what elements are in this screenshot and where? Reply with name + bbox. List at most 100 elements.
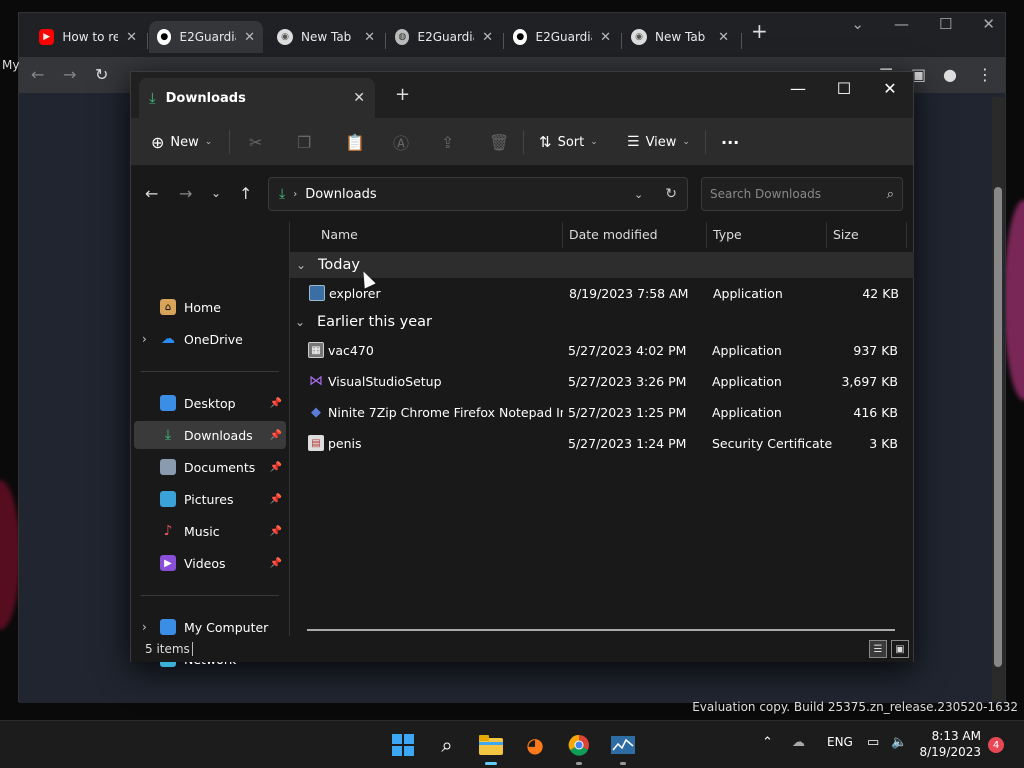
chevron-down-icon: ⌄ bbox=[682, 137, 690, 147]
sidebar-item-documents[interactable]: Documents 📌 bbox=[134, 453, 286, 481]
view-button[interactable]: ☰ View ⌄ bbox=[627, 128, 690, 156]
sidebar-item-downloads[interactable]: ⤓ Downloads 📌 bbox=[134, 421, 286, 449]
network-icon[interactable]: ▭ bbox=[867, 735, 879, 750]
chevron-right-icon[interactable]: › bbox=[142, 332, 160, 346]
share-icon[interactable]: ⇪ bbox=[441, 128, 454, 156]
delete-icon[interactable]: 🗑 bbox=[489, 128, 509, 156]
file-row[interactable]: ▤ penis 5/27/2023 1:24 PM Security Certi… bbox=[289, 430, 913, 456]
close-icon[interactable]: ✕ bbox=[353, 90, 365, 106]
group-header-today[interactable]: ⌄ Today bbox=[290, 252, 914, 278]
search-box[interactable]: ⌕ bbox=[701, 177, 903, 211]
forward-arrow-icon[interactable]: → bbox=[179, 184, 192, 203]
refresh-icon[interactable]: ↻ bbox=[665, 186, 677, 202]
chrome-tab-active[interactable]: ● E2Guardia ✕ bbox=[149, 21, 263, 53]
file-size: 3 KB bbox=[869, 436, 898, 451]
details-view-icon[interactable]: ☰ bbox=[869, 640, 887, 658]
minimize-icon[interactable]: — bbox=[894, 15, 909, 33]
reload-icon[interactable]: ↻ bbox=[95, 65, 108, 84]
close-icon[interactable]: ✕ bbox=[482, 30, 493, 45]
file-row[interactable]: ◆ Ninite 7Zip Chrome Firefox Notepad Ins… bbox=[289, 399, 913, 425]
close-icon[interactable]: ✕ bbox=[244, 30, 255, 45]
group-header-earlier-this-year[interactable]: ⌄ Earlier this year bbox=[289, 309, 913, 335]
page-scrollbar[interactable] bbox=[992, 97, 1004, 701]
paste-icon[interactable]: 📋 bbox=[345, 128, 365, 156]
column-header-type[interactable]: Type bbox=[713, 227, 742, 242]
clock-time: 8:13 AM bbox=[931, 729, 981, 743]
rename-icon[interactable]: Ⓐ bbox=[393, 128, 409, 156]
file-explorer-icon[interactable] bbox=[477, 731, 505, 765]
chrome-tab[interactable]: ◍ E2Guardia ✕ bbox=[387, 21, 501, 53]
file-row[interactable]: ▦ vac470 5/27/2023 4:02 PM Application 9… bbox=[289, 337, 913, 363]
file-row[interactable]: ⋈ VisualStudioSetup 5/27/2023 3:26 PM Ap… bbox=[289, 368, 913, 394]
more-options-icon[interactable]: ··· bbox=[721, 128, 739, 156]
cut-icon[interactable]: ✂ bbox=[249, 128, 262, 156]
chevron-right-icon[interactable]: › bbox=[142, 620, 160, 634]
start-windows-icon[interactable] bbox=[389, 731, 417, 759]
chrome-icon[interactable] bbox=[565, 731, 593, 765]
forward-arrow-icon[interactable]: → bbox=[63, 65, 76, 84]
close-icon[interactable]: ✕ bbox=[718, 30, 729, 45]
recent-locations-chevron-icon[interactable]: ⌄ bbox=[211, 186, 221, 200]
column-header-name[interactable]: Name bbox=[321, 227, 358, 242]
chevron-down-icon[interactable]: ⌄ bbox=[296, 258, 318, 272]
language-indicator[interactable]: ENG bbox=[827, 735, 853, 749]
close-icon[interactable]: ✕ bbox=[982, 15, 995, 33]
sidebar-item-music[interactable]: ♪ Music 📌 bbox=[134, 517, 286, 545]
menu-kebab-icon[interactable]: ⋮ bbox=[977, 65, 993, 84]
close-icon[interactable]: ✕ bbox=[126, 30, 137, 45]
maximize-icon[interactable]: ☐ bbox=[821, 72, 867, 104]
chevron-down-icon[interactable]: ⌄ bbox=[295, 315, 317, 329]
chevron-up-icon[interactable]: ⌃ bbox=[762, 735, 773, 750]
new-tab-plus-icon[interactable]: + bbox=[395, 84, 410, 105]
chrome-tab[interactable]: ▶ How to re ✕ bbox=[31, 21, 145, 53]
sidebar-item-desktop[interactable]: Desktop 📌 bbox=[134, 389, 286, 417]
chrome-tab[interactable]: ◉ New Tab ✕ bbox=[269, 21, 383, 53]
firefox-icon[interactable]: ◕ bbox=[521, 731, 549, 759]
sidebar-item-onedrive[interactable]: › ☁ OneDrive bbox=[134, 325, 286, 353]
back-arrow-icon[interactable]: ← bbox=[31, 65, 44, 84]
task-manager-icon[interactable] bbox=[609, 731, 637, 765]
scrollbar-thumb[interactable] bbox=[994, 187, 1002, 667]
close-icon[interactable]: ✕ bbox=[364, 30, 375, 45]
file-row[interactable]: explorer 8/19/2023 7:58 AM Application 4… bbox=[290, 280, 914, 306]
chevron-down-icon[interactable]: ⌄ bbox=[634, 188, 643, 201]
notification-badge[interactable]: 4 bbox=[988, 737, 1004, 753]
address-bar[interactable]: ⤓ › Downloads ⌄ ↻ bbox=[268, 177, 688, 211]
minimize-icon[interactable]: — bbox=[775, 72, 821, 104]
sidebar-item-pictures[interactable]: Pictures 📌 bbox=[134, 485, 286, 513]
volume-icon[interactable]: 🔈 bbox=[891, 735, 907, 750]
copy-icon[interactable]: ❐ bbox=[297, 128, 311, 156]
sidebar-item-home[interactable]: ⌂ Home bbox=[134, 293, 286, 321]
explorer-tab[interactable]: ⤓ Downloads ✕ bbox=[139, 78, 375, 118]
tiles-view-icon[interactable]: ▣ bbox=[891, 640, 909, 658]
column-header-size[interactable]: Size bbox=[833, 227, 859, 242]
chevron-down-icon: ⌄ bbox=[204, 137, 213, 147]
chrome-tab[interactable]: ◉ New Tab ✕ bbox=[623, 21, 737, 53]
new-button[interactable]: ⊕ New ⌄ bbox=[151, 128, 212, 156]
column-header-date[interactable]: Date modified bbox=[569, 227, 658, 242]
column-separator[interactable] bbox=[706, 222, 707, 248]
close-icon[interactable]: ✕ bbox=[600, 30, 611, 45]
search-icon[interactable]: ⌕ bbox=[887, 187, 894, 202]
profile-icon[interactable]: ● bbox=[943, 65, 957, 84]
maximize-icon[interactable]: ☐ bbox=[939, 15, 952, 33]
up-arrow-icon[interactable]: ↑ bbox=[239, 184, 252, 203]
chevron-down-icon[interactable]: ⌄ bbox=[851, 15, 864, 33]
column-separator[interactable] bbox=[826, 222, 827, 248]
cloud-offline-icon[interactable]: ☁ bbox=[792, 735, 805, 750]
sort-button[interactable]: ⇅ Sort ⌄ bbox=[539, 128, 598, 156]
horizontal-scrollbar[interactable] bbox=[307, 629, 895, 631]
search-input[interactable] bbox=[710, 187, 887, 201]
clock[interactable]: 8:13 AM 8/19/2023 bbox=[919, 728, 981, 760]
new-tab-plus-icon[interactable]: + bbox=[751, 19, 768, 43]
sidebar-item-videos[interactable]: ▶ Videos 📌 bbox=[134, 549, 286, 577]
file-size: 3,697 KB bbox=[841, 374, 898, 389]
address-path[interactable]: Downloads bbox=[305, 187, 376, 202]
close-icon[interactable]: ✕ bbox=[867, 72, 913, 104]
search-icon[interactable]: ⌕ bbox=[433, 731, 461, 759]
column-separator[interactable] bbox=[562, 222, 563, 248]
chrome-tab[interactable]: ● E2Guardia ✕ bbox=[505, 21, 619, 53]
column-separator[interactable] bbox=[906, 222, 907, 248]
taskbar: ⌕ ◕ ⌃ ☁ ENG ▭ 🔈 8:13 AM 8/19/2023 4 bbox=[0, 720, 1024, 768]
back-arrow-icon[interactable]: ← bbox=[145, 184, 158, 203]
